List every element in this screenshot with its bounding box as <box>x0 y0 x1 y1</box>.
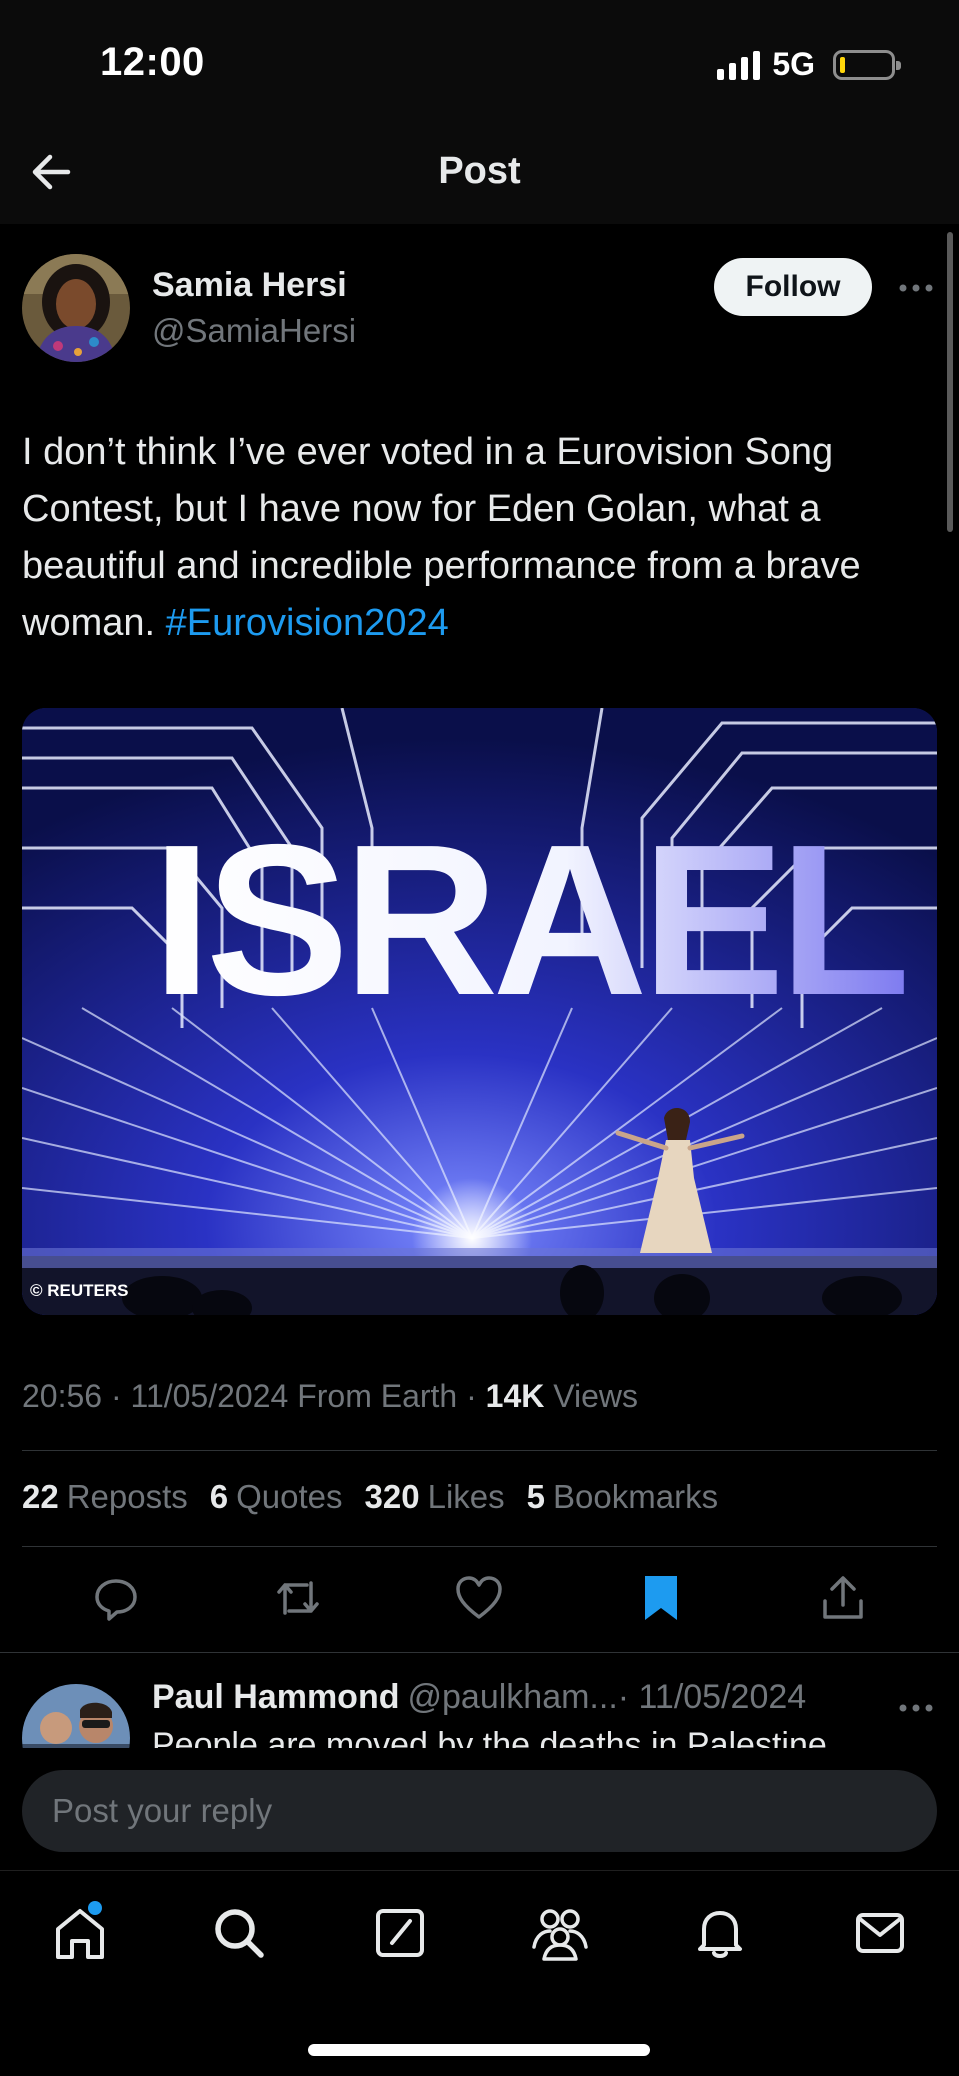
post-image[interactable]: ISRAEL © REUTERS <box>22 708 937 1315</box>
reply-author-handle[interactable]: @paulkham... <box>407 1678 617 1716</box>
reply-author-name[interactable]: Paul Hammond <box>152 1678 399 1716</box>
reply-date: · 11/05/2024 <box>617 1678 807 1716</box>
status-indicators: 5G <box>717 46 901 83</box>
status-time: 12:00 <box>100 40 205 84</box>
reposts-stat[interactable]: 22 Reposts <box>22 1478 188 1516</box>
reply-text: People are moved by the deaths in Palest… <box>152 1726 827 1748</box>
post-actions <box>0 1570 959 1636</box>
post-time: 20:56 <box>22 1378 103 1414</box>
status-bar: 12:00 5G <box>0 0 959 120</box>
reply-bar <box>0 1748 959 1868</box>
like-icon[interactable] <box>451 1570 507 1626</box>
page-title: Post <box>438 150 521 192</box>
share-icon[interactable] <box>815 1570 871 1626</box>
views-count: 14K <box>485 1378 545 1414</box>
messages-icon[interactable] <box>848 1901 912 1965</box>
hashtag-link[interactable]: #Eurovision2024 <box>166 602 449 644</box>
divider <box>22 1450 937 1451</box>
home-indicator[interactable] <box>308 2044 650 2056</box>
post-stats: 22 Reposts 6 Quotes 320 Likes 5 Bookmarks <box>22 1478 718 1516</box>
divider <box>0 1652 959 1653</box>
signal-icon <box>717 50 761 80</box>
reply-icon[interactable] <box>88 1570 144 1626</box>
avatar[interactable] <box>22 1684 130 1748</box>
bookmark-icon[interactable] <box>633 1570 689 1626</box>
scrollbar[interactable] <box>947 232 953 532</box>
reply-header: Paul Hammond @paulkham...· 11/05/2024 <box>152 1678 806 1717</box>
repost-icon[interactable] <box>270 1570 326 1626</box>
post-screen: 12:00 5G Post Samia Hersi @SamiaHersi Fo… <box>0 0 959 2076</box>
communities-icon[interactable] <box>528 1901 592 1965</box>
notification-dot <box>88 1901 102 1915</box>
network-label: 5G <box>772 46 815 82</box>
bookmarks-stat[interactable]: 5 Bookmarks <box>527 1478 718 1516</box>
views-label: Views <box>553 1378 639 1414</box>
notifications-icon[interactable] <box>688 1901 752 1965</box>
battery-icon <box>833 49 901 80</box>
compose-icon[interactable] <box>368 1901 432 1965</box>
quotes-stat[interactable]: 6 Quotes <box>210 1478 343 1516</box>
search-icon[interactable] <box>207 1901 271 1965</box>
post-text: I don’t think I’ve ever voted in a Eurov… <box>22 424 942 652</box>
divider <box>22 1546 937 1547</box>
more-options-icon[interactable] <box>896 270 936 306</box>
author-handle[interactable]: @SamiaHersi <box>152 312 356 350</box>
avatar[interactable] <box>22 254 130 362</box>
likes-stat[interactable]: 320 Likes <box>365 1478 505 1516</box>
reply-input[interactable] <box>22 1770 937 1852</box>
image-credit: © REUTERS <box>30 1281 129 1300</box>
more-options-icon[interactable] <box>896 1690 936 1726</box>
reply-preview[interactable]: Paul Hammond @paulkham...· 11/05/2024 Peo… <box>0 1660 959 1748</box>
post-meta: 20:56 · 11/05/2024 From Earth · 14K View… <box>22 1378 639 1414</box>
home-icon[interactable] <box>48 1901 112 1965</box>
stage-text: ISRAEL <box>152 799 904 1040</box>
header: Post <box>0 120 959 224</box>
post-source: From Earth <box>297 1378 458 1414</box>
bottom-nav <box>0 1870 959 2076</box>
follow-button[interactable]: Follow <box>714 258 872 316</box>
author-name[interactable]: Samia Hersi <box>152 266 347 305</box>
post-date: 11/05/2024 <box>130 1378 289 1414</box>
